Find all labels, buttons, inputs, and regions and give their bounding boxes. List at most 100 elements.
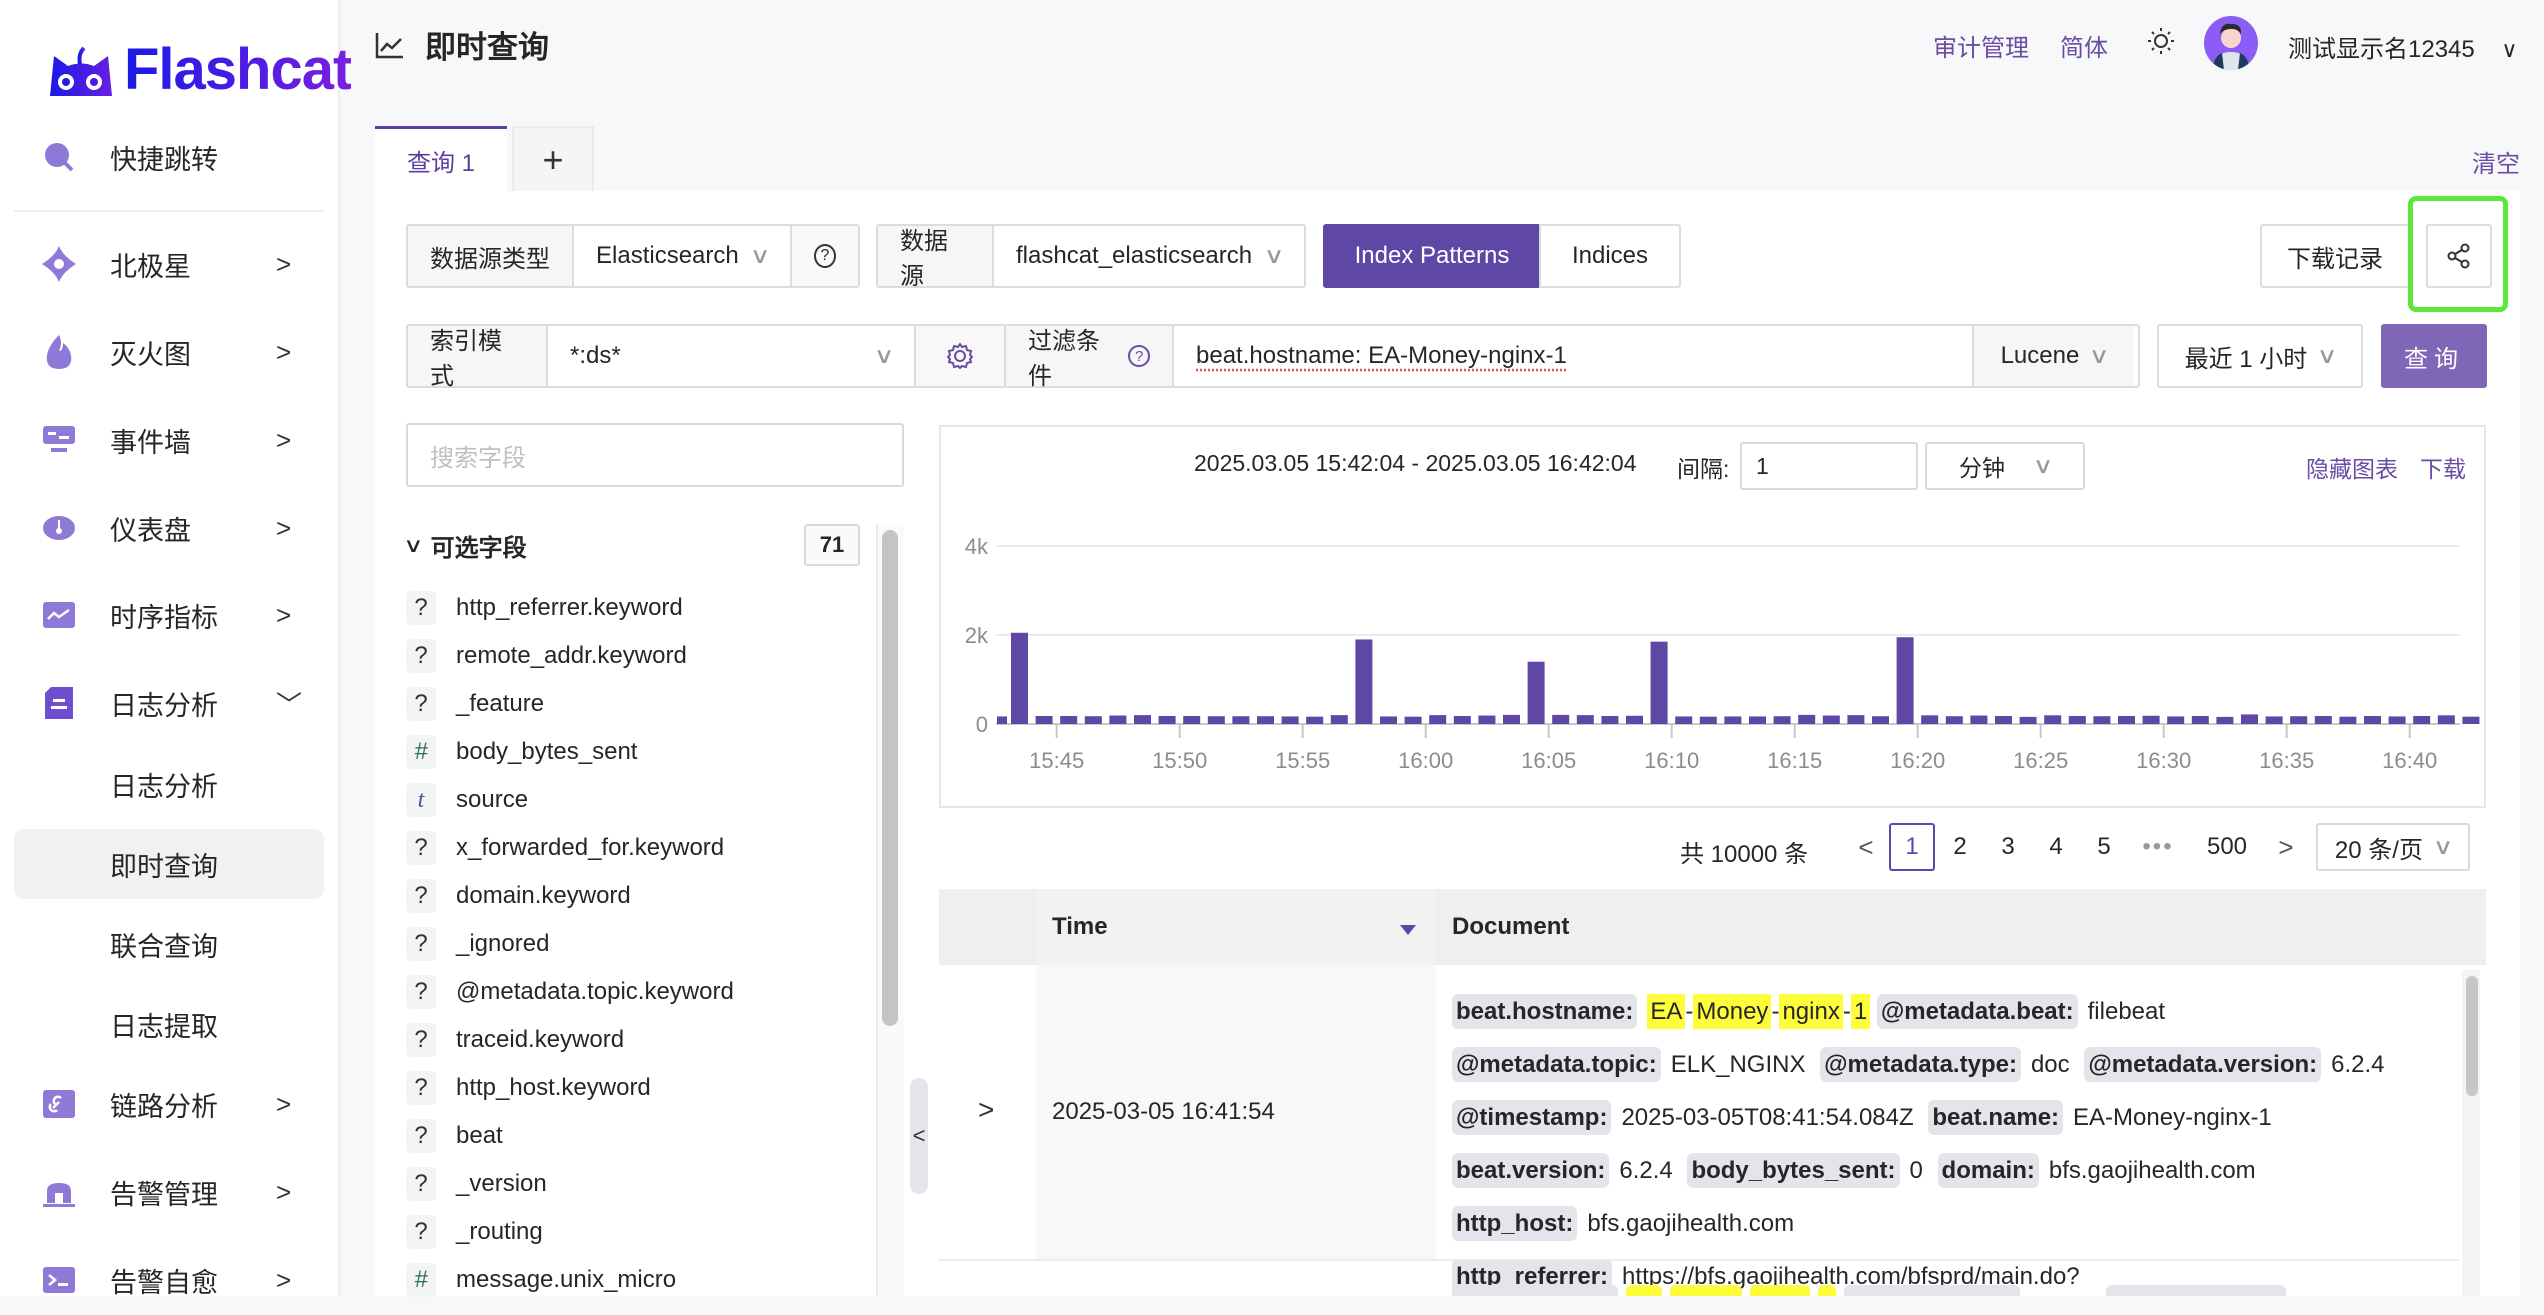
column-header-time[interactable]: Time	[1052, 889, 1108, 965]
field-item[interactable]: ? beat	[406, 1116, 503, 1156]
sidebar-subitem-log-extract[interactable]: 日志提取	[14, 989, 324, 1059]
sort-desc-icon[interactable]	[1400, 925, 1416, 935]
sidebar-item-flame-graph[interactable]: 灭火图 >	[14, 317, 324, 387]
sidebar-subitem-joint-query[interactable]: 联合查询	[14, 909, 324, 979]
doc-field-value: 2025-03-05T08:41:54.084Z	[1621, 1104, 1914, 1131]
sidebar-item-dashboard[interactable]: 仪表盘 >	[14, 493, 324, 563]
doc-field-key[interactable]: @metadata.type:	[1820, 1047, 2021, 1082]
avatar[interactable]	[2204, 16, 2258, 70]
field-list-scroll-thumb[interactable]	[882, 530, 898, 1026]
question-circle-icon[interactable]: ?	[1128, 345, 1150, 367]
doc-field-key[interactable]: beat.name:	[1928, 1100, 2064, 1135]
doc-field-key[interactable]: @metadata.topic:	[1452, 1047, 1661, 1082]
page-2[interactable]: 2	[1940, 823, 1980, 871]
index-pattern-select[interactable]: *:ds* ∨	[548, 326, 916, 386]
index-settings-button[interactable]	[916, 326, 1004, 386]
download-chart-link[interactable]: 下载	[2420, 450, 2466, 484]
sidebar-item-quick-jump[interactable]: 快捷跳转	[14, 122, 324, 192]
sidebar-item-trace-analysis[interactable]: 链路分析 >	[14, 1069, 324, 1139]
page-size-select[interactable]: 20 条/页 ∨	[2316, 823, 2470, 871]
audit-management-link[interactable]: 审计管理	[1933, 28, 2029, 63]
doc-field-key[interactable]: body_bytes_sent:	[1687, 1153, 1900, 1188]
field-item[interactable]: ? remote_addr.keyword	[406, 636, 687, 676]
y-tick-label: 0	[976, 712, 988, 737]
page-3[interactable]: 3	[1988, 823, 2028, 871]
sidebar-subitem-instant-query[interactable]: 即时查询	[14, 829, 324, 899]
next-page-button[interactable]: >	[2266, 823, 2306, 871]
add-tab-button[interactable]: +	[512, 126, 594, 191]
field-item[interactable]: ? _feature	[406, 684, 544, 724]
field-item[interactable]: ? x_forwarded_for.keyword	[406, 828, 724, 868]
histogram-bar	[1232, 716, 1250, 724]
field-item[interactable]: # body_bytes_sent	[406, 732, 637, 772]
logo[interactable]: Flashcat	[48, 36, 352, 103]
share-icon	[2447, 243, 2470, 269]
user-menu[interactable]: 测试显示名12345 ∨	[2288, 29, 2518, 64]
histogram-bar	[1970, 715, 1988, 724]
field-item[interactable]: ? traceid.keyword	[406, 1020, 624, 1060]
page-1[interactable]: 1	[1889, 823, 1935, 871]
sidebar-subitem-label: 日志提取	[110, 1011, 218, 1042]
histogram-bar	[1281, 716, 1299, 724]
syntax-select[interactable]: Lucene ∨	[1974, 326, 2134, 386]
sidebar-item-event-wall[interactable]: 事件墙 >	[14, 405, 324, 475]
field-item[interactable]: ? _version	[406, 1164, 547, 1204]
datasource-type-label: 数据源类型	[408, 226, 574, 286]
sidebar-item-polestar[interactable]: 北极星 >	[14, 229, 324, 299]
query-button[interactable]: 查询	[2381, 324, 2487, 388]
prev-page-button[interactable]: <	[1846, 823, 1886, 871]
page-last[interactable]: 500	[2202, 823, 2252, 871]
field-item[interactable]: ? _ignored	[406, 924, 549, 964]
sidebar-subitem-log-analysis[interactable]: 日志分析	[14, 749, 324, 819]
chevron-right-icon: >	[276, 424, 292, 455]
sidebar-item-alarm-self-heal[interactable]: 告警自愈 >	[14, 1245, 324, 1315]
filter-input[interactable]: beat.hostname: EA-Money-nginx-1	[1174, 326, 1974, 386]
help-button[interactable]: ?	[792, 226, 858, 286]
index-patterns-toggle[interactable]: Index Patterns	[1323, 224, 1541, 288]
indices-toggle[interactable]: Indices	[1539, 224, 1681, 288]
share-button[interactable]	[2426, 224, 2492, 288]
page-4[interactable]: 4	[2036, 823, 2076, 871]
sidebar-item-alarm-management[interactable]: 告警管理 >	[14, 1157, 324, 1227]
sidebar-item-log-analysis[interactable]: 日志分析 ﹀	[14, 668, 324, 738]
field-item[interactable]: ? http_host.keyword	[406, 1068, 651, 1108]
field-item[interactable]: ? http_referrer.keyword	[406, 588, 683, 628]
doc-field-key[interactable]: @metadata.version:	[2084, 1047, 2322, 1082]
histogram-bar	[1527, 661, 1545, 724]
language-switch[interactable]: 简体	[2060, 28, 2108, 63]
field-item[interactable]: t source	[406, 780, 528, 820]
clear-button[interactable]: 清空	[2472, 144, 2520, 179]
sidebar-item-metrics[interactable]: 时序指标 >	[14, 580, 324, 650]
doc-field-key[interactable]: @timestamp:	[1452, 1100, 1612, 1135]
available-fields-toggle[interactable]: ∨ 可选字段	[403, 528, 527, 563]
theme-toggle[interactable]	[2148, 28, 2174, 59]
interval-input[interactable]: 1	[1740, 442, 1918, 490]
field-item[interactable]: ? domain.keyword	[406, 876, 631, 916]
doc-field-key[interactable]: @metadata.beat:	[1876, 994, 2078, 1029]
histogram-bar	[1552, 714, 1570, 724]
page-5[interactable]: 5	[2084, 823, 2124, 871]
doc-field-key[interactable]: beat.hostname:	[1452, 994, 1638, 1029]
terminal-icon	[42, 1263, 76, 1297]
tab-query-1[interactable]: 查询 1	[375, 126, 507, 191]
field-item[interactable]: # message.unix_micro	[406, 1260, 676, 1300]
histogram-bar	[1306, 716, 1324, 724]
document-scroll-thumb[interactable]	[2466, 976, 2478, 1096]
polestar-icon	[42, 246, 76, 282]
datasource-select[interactable]: flashcat_elasticsearch ∨	[994, 226, 1304, 286]
field-item[interactable]: ? @metadata.topic.keyword	[406, 972, 734, 1012]
expand-row-button[interactable]: >	[978, 1094, 994, 1126]
histogram-bar	[1109, 715, 1127, 724]
collapse-sidebar-button[interactable]: <	[910, 1078, 928, 1194]
datasource-type-select[interactable]: Elasticsearch ∨	[574, 226, 792, 286]
interval-unit-select[interactable]: 分钟 ∨	[1925, 442, 2085, 490]
doc-field-key[interactable]: http_host:	[1452, 1206, 1578, 1241]
field-search-input[interactable]: 搜索字段	[406, 423, 904, 487]
time-range-picker[interactable]: 最近 1 小时 ∨	[2157, 324, 2363, 388]
more-pages[interactable]: •••	[2138, 823, 2178, 871]
doc-field-key[interactable]: beat.version:	[1452, 1153, 1610, 1188]
doc-field-key[interactable]: domain:	[1937, 1153, 2039, 1188]
hide-chart-link[interactable]: 隐藏图表	[2306, 450, 2398, 484]
field-item[interactable]: ? _routing	[406, 1212, 543, 1252]
download-records-button[interactable]: 下载记录	[2260, 224, 2410, 288]
